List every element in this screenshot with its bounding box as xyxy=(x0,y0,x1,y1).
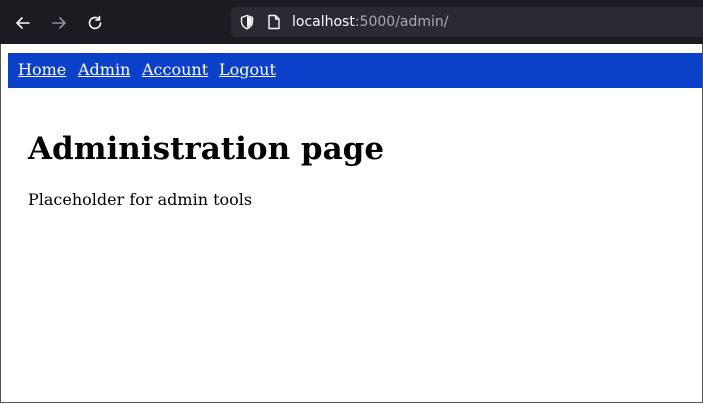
site-navbar: Home Admin Account Logout xyxy=(8,53,702,88)
url-path: :5000/admin/ xyxy=(354,14,449,30)
url-text[interactable]: localhost:5000/admin/ xyxy=(292,13,449,31)
browser-toolbar: localhost:5000/admin/ xyxy=(0,0,703,44)
page-viewport: Home Admin Account Logout Administration… xyxy=(0,44,703,403)
nav-link-account[interactable]: Account xyxy=(142,61,208,79)
page-top-edge xyxy=(1,44,702,48)
arrow-right-icon xyxy=(52,17,66,29)
page-description: Placeholder for admin tools xyxy=(28,190,253,209)
address-bar[interactable]: localhost:5000/admin/ xyxy=(231,7,703,37)
page-icon[interactable] xyxy=(267,14,281,30)
forward-button[interactable] xyxy=(45,9,73,37)
reload-button[interactable] xyxy=(81,9,109,37)
url-host: localhost xyxy=(292,14,355,30)
nav-link-logout[interactable]: Logout xyxy=(219,61,276,79)
nav-link-admin[interactable]: Admin xyxy=(78,61,130,79)
page-title: Administration page xyxy=(28,131,385,167)
reload-icon xyxy=(88,15,102,30)
back-button[interactable] xyxy=(9,9,37,37)
shield-icon[interactable] xyxy=(239,14,255,30)
nav-link-home[interactable]: Home xyxy=(18,61,66,79)
arrow-left-icon xyxy=(16,17,30,29)
